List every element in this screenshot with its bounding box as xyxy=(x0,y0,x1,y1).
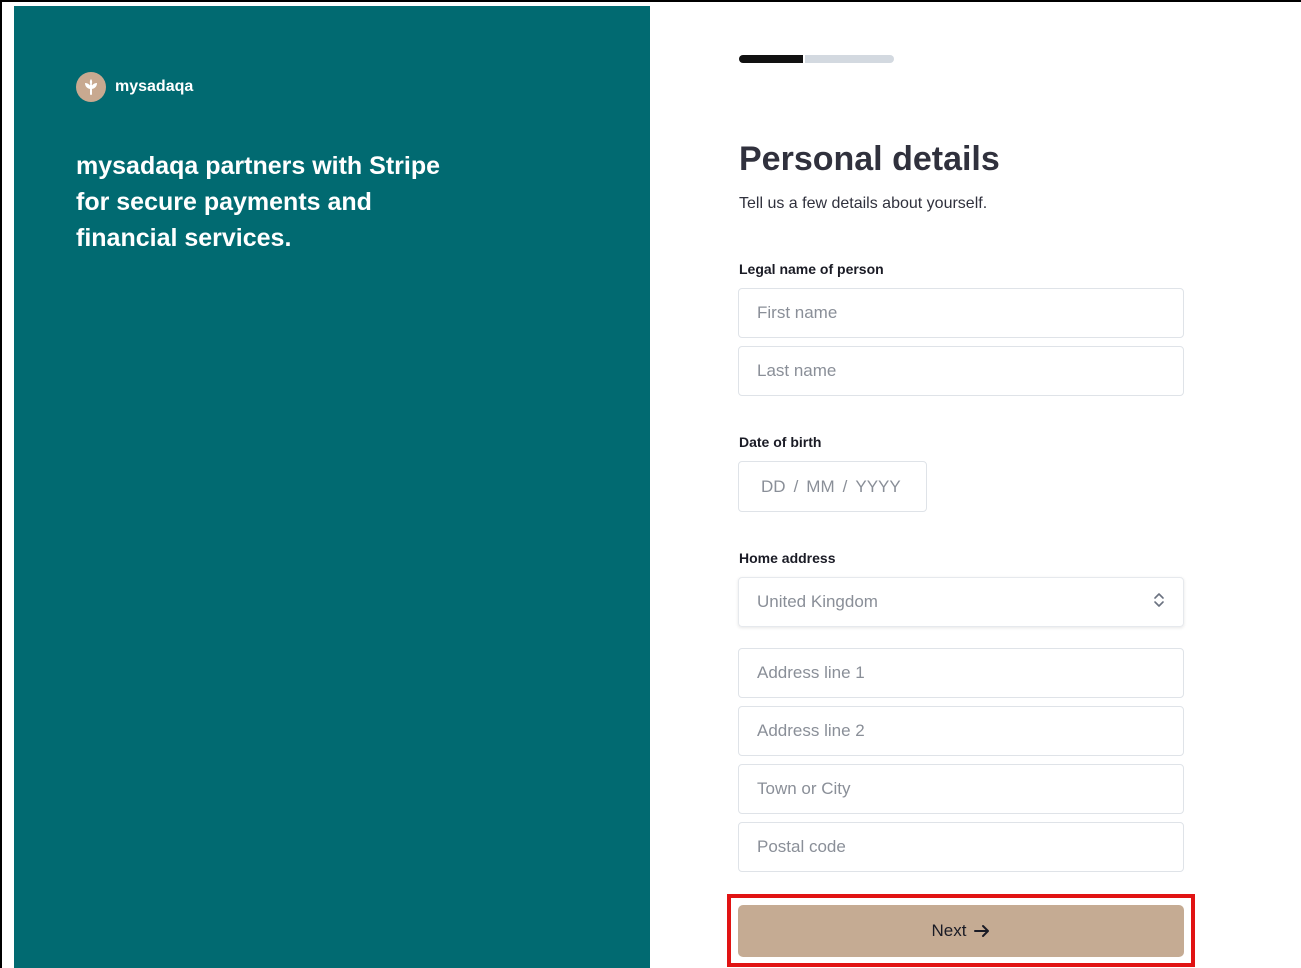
home-address-label: Home address xyxy=(739,550,836,566)
progress-remaining-segment xyxy=(805,55,894,63)
page-subtitle: Tell us a few details about yourself. xyxy=(739,195,988,212)
dob-month-placeholder: MM xyxy=(806,476,835,496)
progress-completed-segment xyxy=(739,55,803,63)
brand-panel: mysadaqa mysadaqa partners with Stripe f… xyxy=(14,6,650,968)
brand-tagline: mysadaqa partners with Stripe for secure… xyxy=(76,152,441,252)
page-title: Personal details xyxy=(739,140,1000,178)
chevron-up-down-icon xyxy=(1153,591,1165,614)
dob-label: Date of birth xyxy=(739,434,822,450)
dob-year-placeholder: YYYY xyxy=(855,476,901,496)
brand-header: mysadaqa xyxy=(76,72,193,102)
first-name-input[interactable] xyxy=(738,288,1184,338)
dob-day-placeholder: DD xyxy=(761,476,786,496)
next-button-label: Next xyxy=(931,921,967,940)
arrow-right-icon xyxy=(974,924,990,938)
country-select[interactable]: United Kingdom xyxy=(738,577,1184,627)
address-line2-input[interactable] xyxy=(738,706,1184,756)
last-name-input[interactable] xyxy=(738,346,1184,396)
dob-separator: / xyxy=(793,476,799,496)
leaf-logo-icon xyxy=(76,72,106,102)
address-line1-input[interactable] xyxy=(738,648,1184,698)
town-city-input[interactable] xyxy=(738,764,1184,814)
legal-name-label: Legal name of person xyxy=(739,261,884,277)
dob-separator: / xyxy=(842,476,848,496)
postal-code-input[interactable] xyxy=(738,822,1184,872)
brand-name: mysadaqa xyxy=(115,78,194,95)
country-select-value: United Kingdom xyxy=(757,592,878,611)
date-of-birth-input[interactable]: DD / MM / YYYY xyxy=(738,461,927,512)
next-button[interactable]: Next xyxy=(738,905,1184,957)
step-progress-bar xyxy=(739,55,894,63)
